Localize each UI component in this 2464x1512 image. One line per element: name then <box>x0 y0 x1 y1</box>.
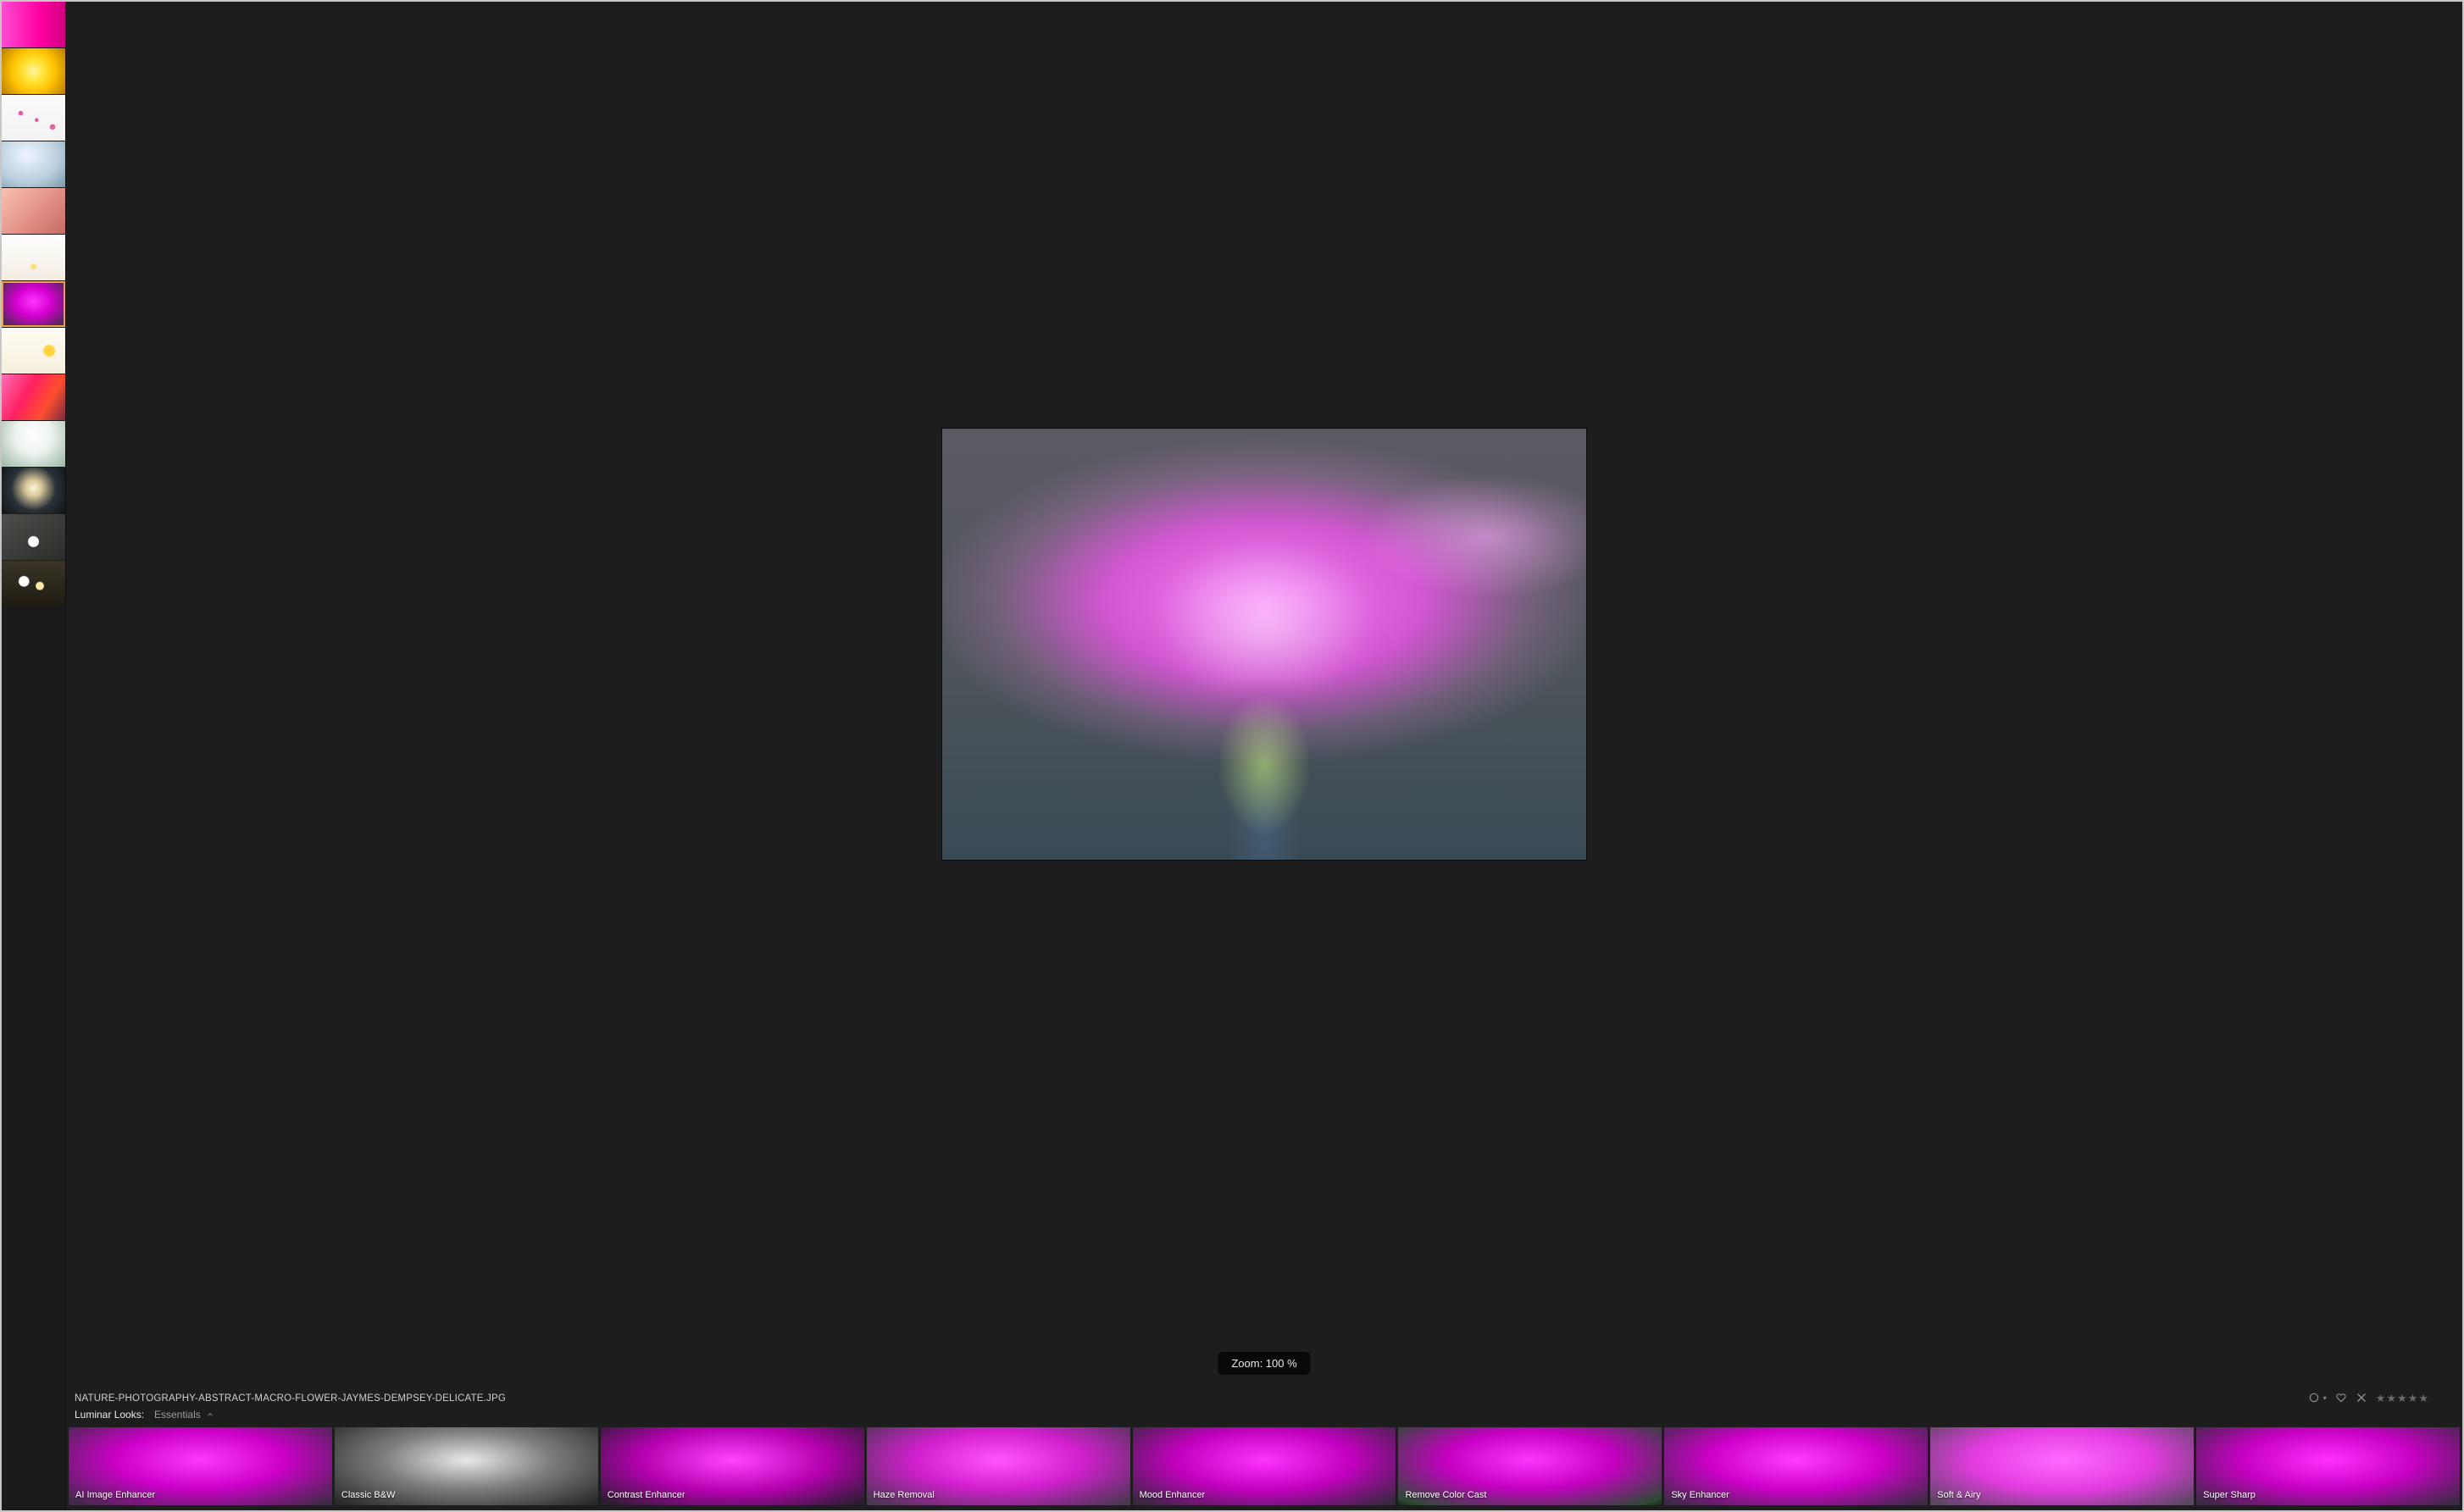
heart-icon <box>2335 1392 2347 1404</box>
thumbnail-image <box>2 2 65 47</box>
look-label: Soft & Airy <box>1937 1490 1980 1500</box>
infobar-actions: ▾ ★★★★★ <box>2308 1392 2428 1404</box>
star-icon[interactable]: ★ <box>2376 1393 2386 1404</box>
hero-image[interactable] <box>942 429 1586 859</box>
main-panel: Zoom: 100 % NATURE-PHOTOGRAPHY-ABSTRACT-… <box>66 2 2462 1510</box>
look-label: Super Sharp <box>2203 1490 2256 1500</box>
thumbnail-magenta[interactable] <box>2 281 65 327</box>
thumbnail-image <box>2 468 65 513</box>
app-root: Zoom: 100 % NATURE-PHOTOGRAPHY-ABSTRACT-… <box>0 0 2464 1512</box>
thumbnail-image <box>2 421 65 467</box>
thumbnail-bokeh[interactable] <box>2 561 65 606</box>
thumbnail-whitepetal[interactable] <box>2 235 65 280</box>
canvas-zone: Zoom: 100 % <box>66 2 2462 1388</box>
looks-strip: AI Image Enhancer Classic B&W Contrast Enh… <box>66 1427 2462 1510</box>
look-label: Remove Color Cast <box>1405 1490 1486 1500</box>
zoom-badge: Zoom: 100 % <box>1218 1352 1310 1375</box>
look-card[interactable]: Soft & Airy <box>1930 1427 2194 1505</box>
look-card[interactable]: Remove Color Cast <box>1398 1427 1662 1505</box>
thumbnail-yellow[interactable] <box>2 48 65 94</box>
thumbnail-image <box>2 235 65 280</box>
thumbnail-image <box>2 281 65 327</box>
look-card[interactable]: AI Image Enhancer <box>69 1427 332 1505</box>
thumbnail-pinkpetal[interactable] <box>2 188 65 234</box>
thumbnail-bluewhite[interactable] <box>2 141 65 187</box>
look-card[interactable]: Contrast Enhancer <box>601 1427 864 1505</box>
reject-toggle[interactable] <box>2356 1392 2367 1404</box>
thumbnail-image <box>2 561 65 606</box>
looks-category-value: Essentials <box>154 1409 201 1421</box>
look-label: Sky Enhancer <box>1671 1490 1729 1500</box>
thumbnail-image <box>2 95 65 141</box>
thumbnail-yellowdot[interactable] <box>2 328 65 374</box>
look-label: Haze Removal <box>874 1490 935 1500</box>
thumbnail-image <box>2 514 65 560</box>
star-icon[interactable]: ★ <box>2397 1393 2407 1404</box>
look-label: Mood Enhancer <box>1140 1490 1206 1500</box>
looks-category-dropdown[interactable]: Essentials <box>154 1409 214 1421</box>
x-icon <box>2356 1392 2367 1404</box>
look-card[interactable]: Sky Enhancer <box>1664 1427 1928 1505</box>
look-card[interactable]: Haze Removal <box>867 1427 1130 1505</box>
thumbnail-image <box>2 48 65 94</box>
look-card[interactable]: Mood Enhancer <box>1133 1427 1396 1505</box>
thumbnail-tulip[interactable] <box>2 421 65 467</box>
look-label: Classic B&W <box>341 1490 396 1500</box>
looks-header: Luminar Looks: Essentials <box>66 1405 2462 1427</box>
circle-icon <box>2308 1392 2320 1404</box>
thumbnail-redorange[interactable] <box>2 374 65 420</box>
thumbnail-sidebar <box>2 2 66 1510</box>
thumbnail-backlit[interactable] <box>2 468 65 513</box>
thumbnail-branch[interactable] <box>2 95 65 141</box>
thumbnail-swatch[interactable] <box>2 2 65 47</box>
look-card[interactable]: Classic B&W <box>335 1427 598 1505</box>
color-tag-dropdown[interactable]: ▾ <box>2308 1392 2327 1404</box>
thumbnail-image <box>2 328 65 374</box>
star-rating[interactable]: ★★★★★ <box>2376 1393 2428 1404</box>
filename-label: NATURE-PHOTOGRAPHY-ABSTRACT-MACRO-FLOWER… <box>75 1393 506 1404</box>
look-card[interactable]: Super Sharp <box>2196 1427 2460 1505</box>
look-label: AI Image Enhancer <box>75 1490 155 1500</box>
thumbnail-image <box>2 374 65 420</box>
looks-label: Luminar Looks: <box>75 1409 144 1421</box>
chevron-up-icon <box>206 1410 214 1419</box>
star-icon[interactable]: ★ <box>2418 1393 2428 1404</box>
thumbnail-image <box>2 141 65 187</box>
look-label: Contrast Enhancer <box>608 1490 685 1500</box>
favorite-toggle[interactable] <box>2335 1392 2347 1404</box>
chevron-down-icon: ▾ <box>2323 1394 2327 1402</box>
info-bar: NATURE-PHOTOGRAPHY-ABSTRACT-MACRO-FLOWER… <box>66 1388 2462 1405</box>
thumbnail-grayleaf[interactable] <box>2 514 65 560</box>
thumbnail-image <box>2 188 65 234</box>
star-icon[interactable]: ★ <box>2408 1393 2418 1404</box>
star-icon[interactable]: ★ <box>2386 1393 2396 1404</box>
